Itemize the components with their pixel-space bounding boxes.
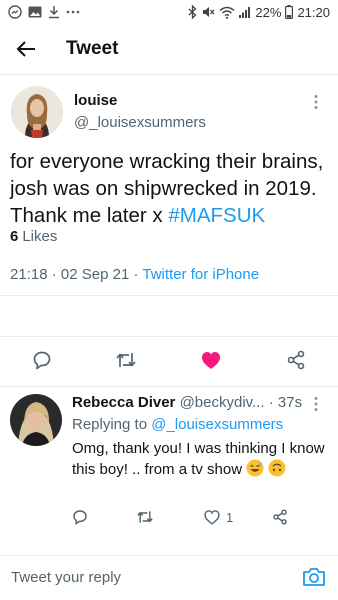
tweet-date: 02 Sep 21 [60, 266, 130, 283]
meta-separator: · [129, 266, 143, 283]
meta-separator: · [47, 266, 61, 283]
reply-author-name[interactable]: Rebecca Diver [72, 394, 175, 411]
reply-icon [73, 510, 87, 525]
tweet-text: for everyone wracking their brains, josh… [10, 148, 332, 229]
tweet-body: for everyone wracking their brains, josh… [10, 150, 324, 227]
tweet-source-link[interactable]: Twitter for iPhone [142, 266, 259, 283]
image-icon [28, 6, 42, 18]
clock: 21:20 [297, 4, 330, 20]
like-button[interactable] [199, 348, 223, 372]
reply-text: Omg, thank you! I was thinking I know th… [72, 438, 328, 480]
reply-avatar[interactable] [10, 394, 62, 446]
status-bar: 22% 21:20 [0, 0, 338, 24]
tweet-more-button[interactable] [306, 92, 326, 112]
reply-input[interactable]: Tweet your reply [11, 569, 121, 586]
download-icon [48, 5, 60, 19]
replying-prefix: Replying to [72, 416, 152, 433]
reply-actions: 1 [72, 506, 312, 530]
signal-icon [239, 6, 251, 18]
reply-author-handle[interactable]: @beckydiv... [180, 394, 265, 411]
tweet-actions [0, 348, 338, 390]
author-row: louise @_louisexsummers [0, 80, 338, 140]
author-name[interactable]: louise [74, 92, 117, 109]
likes-label: Likes [22, 228, 58, 245]
camera-button[interactable] [302, 566, 326, 590]
reply-body: Omg, thank you! I was thinking I know th… [72, 440, 325, 478]
share-button[interactable] [284, 348, 308, 372]
replying-to: Replying to @_louisexsummers [72, 416, 283, 433]
reply-more-button[interactable] [306, 394, 326, 414]
retweet-icon [116, 353, 136, 367]
reply-like-count: 1 [226, 509, 234, 525]
more-vertical-icon [314, 95, 318, 109]
actions-divider [0, 386, 338, 387]
main-tweet: louise @_louisexsummers for everyone wra… [0, 80, 338, 283]
bluetooth-icon [188, 5, 197, 19]
reply-retweet-button[interactable] [136, 506, 154, 528]
reply-share-button[interactable] [272, 506, 288, 528]
reply-icon [33, 351, 51, 370]
header-divider [0, 74, 338, 75]
more-dots-icon [66, 10, 80, 14]
share-icon [273, 509, 287, 525]
more-vertical-icon [314, 397, 318, 411]
wifi-icon [219, 6, 235, 19]
tweet-time: 21:18 [10, 266, 48, 283]
share-icon [287, 350, 305, 370]
battery-icon [285, 5, 294, 19]
grinning-sweat-emoji-icon [246, 459, 264, 477]
status-left [8, 5, 80, 19]
likes-row[interactable]: 6 Likes [10, 228, 57, 245]
hashtag-link[interactable]: #MAFSUK [168, 204, 265, 227]
compose-bar: Tweet your reply [0, 555, 338, 600]
reply-like-button[interactable]: 1 [204, 506, 233, 528]
reply-time: · 37s [264, 394, 303, 411]
mute-icon [201, 5, 215, 19]
reply-button[interactable] [30, 348, 54, 372]
page-title: Tweet [66, 38, 119, 59]
app-header: Tweet [0, 26, 338, 72]
retweet-icon [137, 511, 153, 523]
author-handle[interactable]: @_louisexsummers [74, 114, 206, 131]
heart-outline-icon [204, 509, 220, 525]
tweet-meta: 21:18 · 02 Sep 21 · Twitter for iPhone [10, 266, 259, 283]
camera-icon [303, 568, 325, 586]
likes-count: 6 [10, 228, 19, 245]
avatar[interactable] [11, 86, 63, 138]
arrow-left-icon [16, 41, 35, 57]
heart-filled-icon [202, 351, 220, 369]
likes-divider [0, 336, 338, 337]
replying-to-link[interactable]: @_louisexsummers [151, 416, 283, 433]
messenger-icon [8, 5, 22, 19]
status-right: 22% 21:20 [188, 5, 330, 20]
upside-down-face-emoji-icon [268, 459, 286, 477]
meta-divider [0, 295, 338, 296]
retweet-button[interactable] [114, 348, 138, 372]
reply-header: Rebecca Diver @beckydiv... · 37s [72, 394, 322, 411]
battery-percent: 22% [255, 4, 282, 20]
back-button[interactable] [0, 26, 52, 72]
reply-reply-button[interactable] [72, 506, 88, 528]
